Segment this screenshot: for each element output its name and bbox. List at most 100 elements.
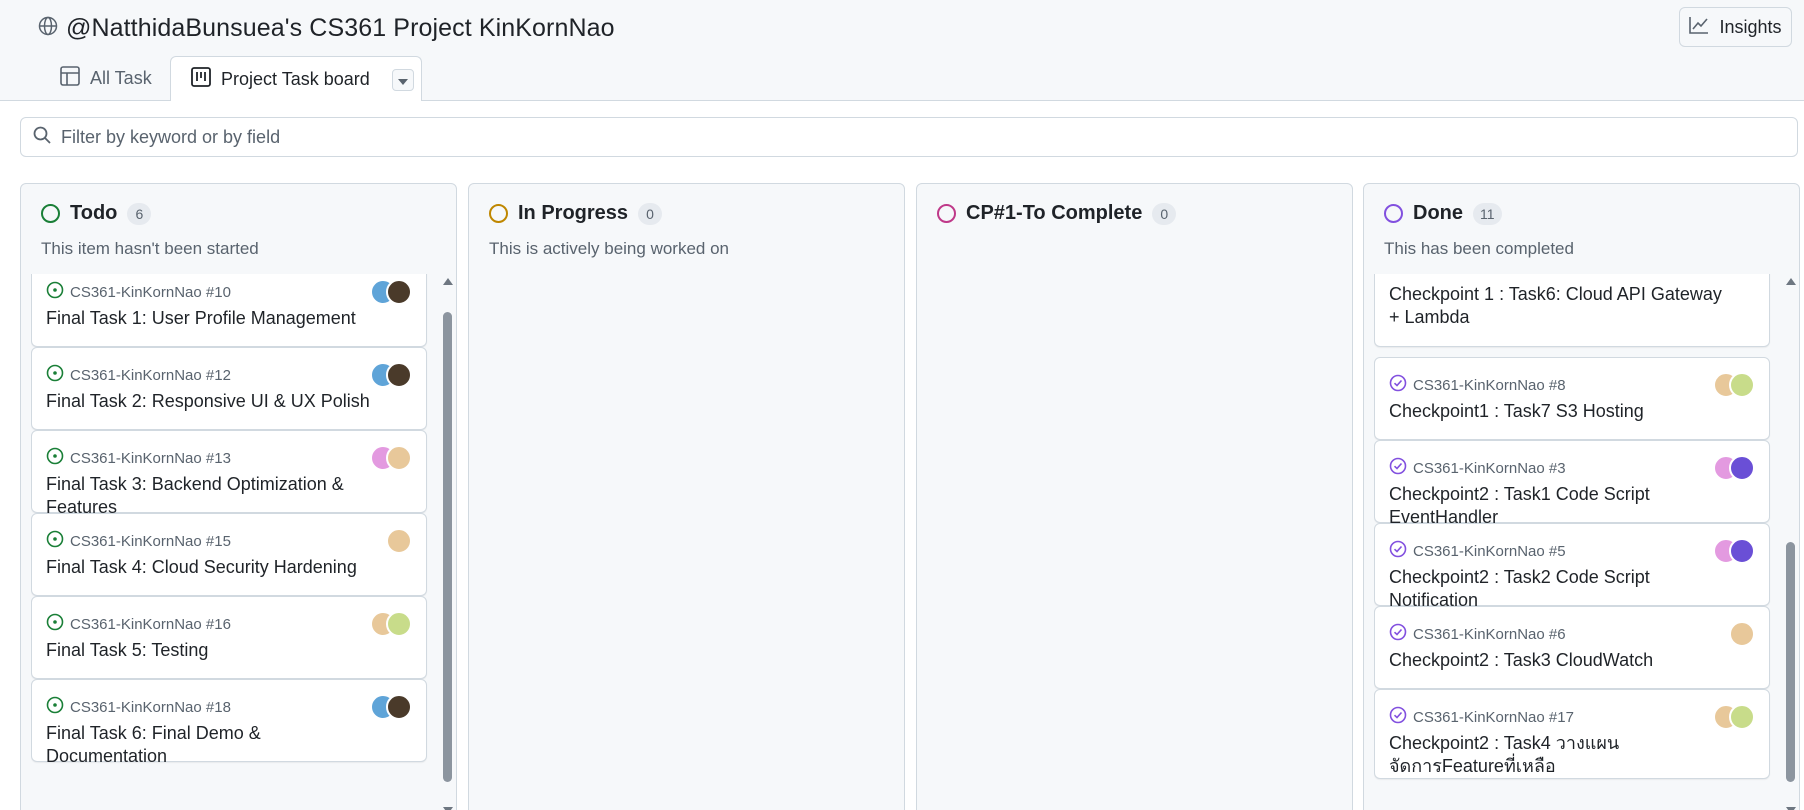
card-meta: CS361-KinKornNao #5 bbox=[1389, 540, 1566, 562]
tab-all-task[interactable]: All Task bbox=[0, 55, 170, 101]
column-scrollbar[interactable] bbox=[440, 274, 456, 810]
assignee-avatars bbox=[1713, 704, 1755, 730]
card-meta: CS361-KinKornNao #3 bbox=[1389, 457, 1566, 479]
card-reference: CS361-KinKornNao #6 bbox=[1413, 625, 1566, 643]
avatar[interactable] bbox=[386, 611, 412, 637]
avatar[interactable] bbox=[1729, 372, 1755, 398]
card-reference: CS361-KinKornNao #16 bbox=[70, 615, 231, 633]
avatar[interactable] bbox=[1729, 455, 1755, 481]
assignee-avatars bbox=[1713, 372, 1755, 398]
item-count-badge: 0 bbox=[1152, 202, 1177, 225]
tab-project-task-board[interactable]: Project Task board bbox=[170, 56, 422, 102]
column-description: This is actively being worked on bbox=[489, 239, 730, 258]
card-title[interactable]: Final Task 5: Testing bbox=[46, 639, 386, 662]
column-header: Todo 6 bbox=[41, 202, 152, 225]
board-card[interactable]: CS361-KinKornNao #18 Final Task 6: Final… bbox=[31, 679, 427, 766]
board-card[interactable]: CS361-KinKornNao #17 Checkpoint2 : Task4… bbox=[1374, 689, 1770, 779]
scrollbar-thumb[interactable] bbox=[443, 312, 452, 782]
card-meta: CS361-KinKornNao #16 bbox=[46, 613, 231, 635]
column-name: In Progress bbox=[518, 202, 629, 224]
page-title: @NatthidaBunsuea's CS361 Project KinKorn… bbox=[66, 14, 615, 42]
board-area: Todo 6 This item hasn't been started CS3… bbox=[0, 101, 1804, 810]
board-card[interactable]: CS361-KinKornNao #10 Final Task 1: User … bbox=[31, 274, 427, 347]
column-header: CP#1-To Complete 0 bbox=[937, 202, 1177, 225]
card-title[interactable]: Checkpoint1 : Task7 S3 Hosting bbox=[1389, 400, 1729, 423]
issue-open-icon bbox=[46, 696, 64, 718]
avatar[interactable] bbox=[1729, 621, 1755, 647]
project-header: @NatthidaBunsuea's CS361 Project KinKorn… bbox=[0, 0, 1804, 102]
issue-open-icon bbox=[46, 281, 64, 303]
avatar[interactable] bbox=[1729, 538, 1755, 564]
board-card[interactable]: CS361-KinKornNao #12 Final Task 2: Respo… bbox=[31, 347, 427, 430]
column-header: In Progress 0 bbox=[489, 202, 663, 225]
scroll-up-arrow-icon[interactable] bbox=[1786, 278, 1796, 285]
board-card[interactable]: CS361-KinKornNao #13 Final Task 3: Backe… bbox=[31, 430, 427, 517]
issue-open-icon bbox=[46, 364, 64, 386]
card-reference: CS361-KinKornNao #13 bbox=[70, 449, 231, 467]
view-options-button[interactable] bbox=[391, 68, 414, 91]
board-card[interactable]: CS361-KinKornNao #15 Final Task 4: Cloud… bbox=[31, 513, 427, 596]
avatar[interactable] bbox=[386, 445, 412, 471]
card-reference: CS361-KinKornNao #15 bbox=[70, 532, 231, 550]
card-reference: CS361-KinKornNao #3 bbox=[1413, 459, 1566, 477]
card-reference: CS361-KinKornNao #18 bbox=[70, 698, 231, 716]
card-meta: CS361-KinKornNao #8 bbox=[1389, 374, 1566, 396]
column-todo: Todo 6 This item hasn't been started CS3… bbox=[20, 183, 457, 810]
card-title[interactable]: Final Task 4: Cloud Security Hardening bbox=[46, 556, 386, 579]
board-card[interactable]: CS361-KinKornNao #16 Final Task 5: Testi… bbox=[31, 596, 427, 679]
issue-open-icon bbox=[46, 613, 64, 635]
assignee-avatars bbox=[386, 528, 412, 554]
filter-bar bbox=[20, 117, 1798, 157]
view-tabs: All Task Project Task board bbox=[0, 55, 422, 102]
assignee-avatars bbox=[1713, 455, 1755, 481]
search-icon bbox=[33, 126, 51, 149]
assignee-avatars bbox=[1729, 621, 1755, 647]
card-list: Checkpoint 1 : Task6: Cloud API Gateway … bbox=[1374, 274, 1771, 810]
card-title[interactable]: Checkpoint2 : Task3 CloudWatch bbox=[1389, 649, 1729, 672]
board-card[interactable]: CS361-KinKornNao #6 Checkpoint2 : Task3 … bbox=[1374, 606, 1770, 689]
table-icon bbox=[60, 65, 80, 91]
card-title[interactable]: Final Task 6: Final Demo & Documentation bbox=[46, 722, 386, 768]
column-scrollbar[interactable] bbox=[1783, 274, 1799, 810]
avatar[interactable] bbox=[1729, 704, 1755, 730]
avatar[interactable] bbox=[386, 528, 412, 554]
insights-button[interactable]: Insights bbox=[1679, 7, 1792, 47]
issue-open-icon bbox=[46, 530, 64, 552]
issue-closed-icon bbox=[1389, 374, 1407, 396]
card-title[interactable]: Checkpoint2 : Task4 วางแผนจัดการFeatureท… bbox=[1389, 732, 1729, 778]
avatar[interactable] bbox=[386, 694, 412, 720]
status-circle-icon bbox=[41, 204, 60, 223]
issue-closed-icon bbox=[1389, 706, 1407, 728]
card-meta: CS361-KinKornNao #10 bbox=[46, 281, 231, 303]
assignee-avatars bbox=[370, 694, 412, 720]
board-card[interactable]: CS361-KinKornNao #8 Checkpoint1 : Task7 … bbox=[1374, 357, 1770, 440]
card-meta: CS361-KinKornNao #6 bbox=[1389, 623, 1566, 645]
assignee-avatars bbox=[370, 279, 412, 305]
filter-input[interactable] bbox=[61, 126, 1761, 148]
column-name: Todo bbox=[70, 202, 118, 224]
item-count-badge: 11 bbox=[1473, 202, 1502, 225]
board-card[interactable]: Checkpoint 1 : Task6: Cloud API Gateway … bbox=[1374, 274, 1770, 347]
status-circle-icon bbox=[1384, 204, 1403, 223]
avatar[interactable] bbox=[386, 279, 412, 305]
item-count-badge: 0 bbox=[638, 202, 663, 225]
insights-label: Insights bbox=[1719, 16, 1782, 37]
card-reference: CS361-KinKornNao #12 bbox=[70, 366, 231, 384]
item-count-badge: 6 bbox=[127, 202, 152, 225]
card-reference: CS361-KinKornNao #8 bbox=[1413, 376, 1566, 394]
board-icon bbox=[191, 67, 211, 92]
card-title[interactable]: Checkpoint 1 : Task6: Cloud API Gateway … bbox=[1389, 283, 1729, 329]
column-cp1-to-complete: CP#1-To Complete 0 bbox=[916, 183, 1353, 810]
column-name: CP#1-To Complete bbox=[966, 202, 1143, 224]
board-card[interactable]: CS361-KinKornNao #5 Checkpoint2 : Task2 … bbox=[1374, 523, 1770, 610]
scrollbar-thumb[interactable] bbox=[1786, 542, 1795, 782]
card-meta: CS361-KinKornNao #15 bbox=[46, 530, 231, 552]
avatar[interactable] bbox=[386, 362, 412, 388]
column-name: Done bbox=[1413, 202, 1463, 224]
card-title[interactable]: Final Task 1: User Profile Management bbox=[46, 307, 386, 330]
scroll-up-arrow-icon[interactable] bbox=[443, 278, 453, 285]
card-reference: CS361-KinKornNao #10 bbox=[70, 283, 231, 301]
card-title[interactable]: Final Task 2: Responsive UI & UX Polish bbox=[46, 390, 386, 413]
card-meta: CS361-KinKornNao #13 bbox=[46, 447, 231, 469]
board-card[interactable]: CS361-KinKornNao #3 Checkpoint2 : Task1 … bbox=[1374, 440, 1770, 527]
